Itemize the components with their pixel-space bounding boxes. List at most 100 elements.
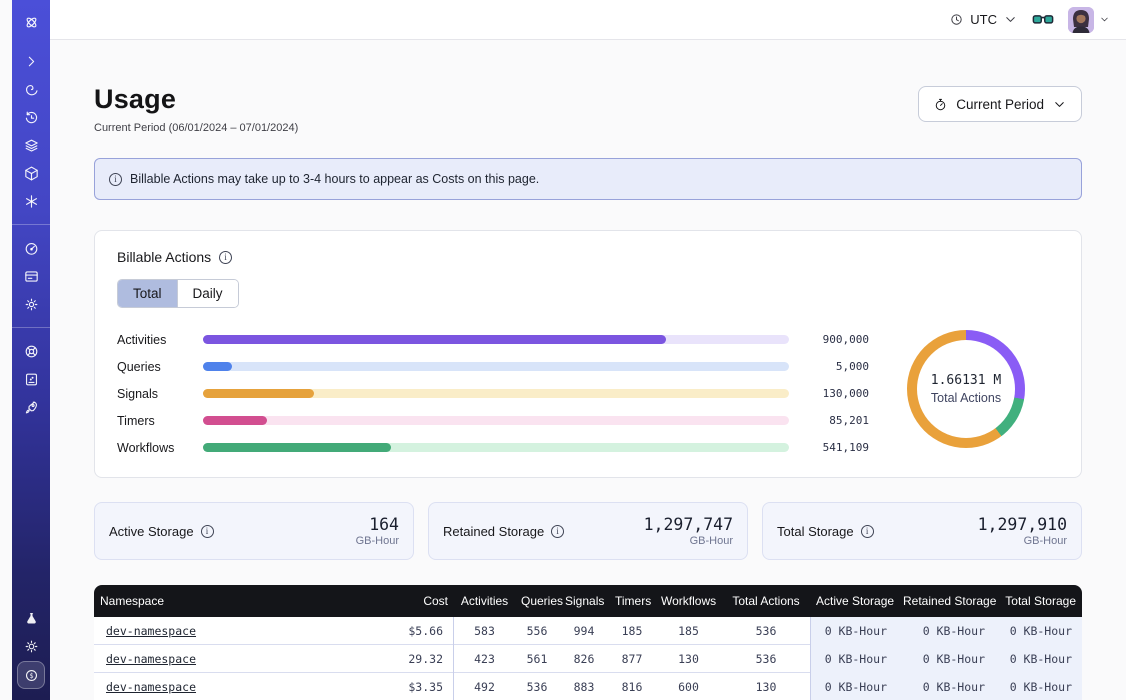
avatar <box>1068 7 1094 33</box>
cell-workflows: 600 <box>655 680 722 694</box>
bar-track <box>203 443 789 452</box>
bar-label: Activities <box>117 333 203 347</box>
total-actions-donut-wrap: 1.66131 M Total Actions <box>873 324 1059 448</box>
page-title: Usage <box>94 84 298 115</box>
bar-fill <box>203 362 232 371</box>
cell-signals: 826 <box>559 652 609 666</box>
bar-row-activities: Activities 900,000 <box>117 326 873 353</box>
cell-total_storage: 0 KB-Hour <box>995 645 1082 673</box>
theme-sun-icon[interactable] <box>18 633 44 659</box>
usage-gauge-icon[interactable] <box>18 235 44 261</box>
sidebar-divider <box>12 224 50 225</box>
cell-queries: 556 <box>515 624 559 638</box>
active-storage-unit: GB-Hour <box>356 535 399 547</box>
total-storage-label: Total Storage <box>777 524 854 539</box>
period-selector-button[interactable]: Current Period <box>918 86 1082 122</box>
bar-row-timers: Timers85,201 <box>117 407 873 434</box>
cell-signals: 994 <box>559 624 609 638</box>
cell-cost: 29.32 <box>367 645 454 673</box>
cell-activities: 423 <box>454 652 515 666</box>
cell-namespace: dev-namespace <box>94 624 367 638</box>
bar-fill <box>203 335 666 344</box>
column-header-workflows: Workflows <box>655 594 722 608</box>
total-actions-caption: Total Actions <box>931 391 1001 405</box>
timezone-label: UTC <box>970 12 997 27</box>
bar-value: 5,000 <box>789 360 873 373</box>
glasses-icon[interactable] <box>1032 12 1054 28</box>
table-header-row: NamespaceCostActivitiesQueriesSignalsTim… <box>94 585 1082 617</box>
namespace-link[interactable]: dev-namespace <box>106 680 196 694</box>
expand-sidebar-chevron-icon[interactable] <box>18 48 44 74</box>
retained-storage-unit: GB-Hour <box>644 535 733 547</box>
sidebar-divider <box>12 327 50 328</box>
total-actions-donut-chart: 1.66131 M Total Actions <box>907 330 1025 448</box>
info-icon[interactable]: i <box>861 525 874 538</box>
bar-track <box>203 389 789 398</box>
column-header-cost: Cost <box>367 594 454 608</box>
total-storage-unit: GB-Hour <box>978 535 1067 547</box>
support-lifebuoy-icon[interactable] <box>18 338 44 364</box>
billing-card-icon[interactable] <box>18 263 44 289</box>
cell-total_actions: 536 <box>722 652 810 666</box>
info-icon[interactable]: i <box>551 525 564 538</box>
retained-storage-value: 1,297,747 <box>644 515 733 534</box>
column-header-signals: Signals <box>559 594 609 608</box>
main-content: Usage Current Period (06/01/2024 – 07/01… <box>50 40 1126 700</box>
bar-value: 541,109 <box>789 441 873 454</box>
nexus-asterisk-icon[interactable] <box>18 188 44 214</box>
timezone-selector[interactable]: UTC <box>949 12 1018 27</box>
column-header-total_storage: Total Storage <box>995 594 1082 608</box>
cell-namespace: dev-namespace <box>94 680 367 694</box>
pricing-coin-icon[interactable]: $ <box>17 661 45 689</box>
bar-row-queries: Queries 5,000 <box>117 353 873 380</box>
layers-icon[interactable] <box>18 132 44 158</box>
tab-total[interactable]: Total <box>118 280 177 307</box>
history-clock-icon[interactable] <box>18 104 44 130</box>
namespace-link[interactable]: dev-namespace <box>106 624 196 638</box>
info-banner: i Billable Actions may take up to 3-4 ho… <box>94 158 1082 200</box>
cell-workflows: 130 <box>655 652 722 666</box>
cell-retained_storage: 0 KB-Hour <box>897 673 995 700</box>
cell-timers: 185 <box>609 624 655 638</box>
active-storage-card: Active Storage i 164 GB-Hour <box>94 502 414 560</box>
user-menu[interactable] <box>1068 7 1110 33</box>
active-storage-label: Active Storage <box>109 524 194 539</box>
cell-timers: 877 <box>609 652 655 666</box>
bar-row-signals: Signals130,000 <box>117 380 873 407</box>
cell-queries: 561 <box>515 652 559 666</box>
chevron-down-icon <box>1052 97 1067 112</box>
bar-label: Signals <box>117 387 203 401</box>
current-period-subtitle: Current Period (06/01/2024 – 07/01/2024) <box>94 122 298 134</box>
namespaces-spiral-icon[interactable] <box>18 76 44 102</box>
cell-total_actions: 536 <box>722 624 810 638</box>
deployments-cube-icon[interactable] <box>18 160 44 186</box>
total-storage-value: 1,297,910 <box>978 515 1067 534</box>
bar-value: 85,201 <box>789 414 873 427</box>
cell-total_actions: 130 <box>722 680 810 694</box>
bar-fill <box>203 389 314 398</box>
retained-storage-label: Retained Storage <box>443 524 544 539</box>
tab-daily[interactable]: Daily <box>177 280 238 307</box>
namespace-usage-table: NamespaceCostActivitiesQueriesSignalsTim… <box>94 585 1082 700</box>
bar-label: Queries <box>117 360 203 374</box>
cell-activities: 583 <box>454 624 515 638</box>
docs-book-icon[interactable] <box>18 366 44 392</box>
info-icon[interactable]: i <box>219 251 232 264</box>
labs-flask-icon[interactable] <box>18 605 44 631</box>
temporal-logo-icon[interactable] <box>18 9 44 35</box>
clock-icon <box>949 12 964 27</box>
billable-actions-title: Billable Actions <box>117 249 211 265</box>
getting-started-rocket-icon[interactable] <box>18 394 44 420</box>
info-icon[interactable]: i <box>201 525 214 538</box>
bar-value: 900,000 <box>789 333 873 346</box>
chevron-down-icon <box>1003 12 1018 27</box>
column-header-total_actions: Total Actions <box>722 594 810 608</box>
chevron-down-icon <box>1099 14 1110 25</box>
settings-gear-icon[interactable] <box>18 291 44 317</box>
total-storage-card: Total Storage i 1,297,910 GB-Hour <box>762 502 1082 560</box>
cell-cost: $3.35 <box>367 673 454 700</box>
period-selector-label: Current Period <box>956 97 1044 112</box>
svg-text:$: $ <box>29 671 33 679</box>
namespace-link[interactable]: dev-namespace <box>106 652 196 666</box>
cell-retained_storage: 0 KB-Hour <box>897 617 995 645</box>
